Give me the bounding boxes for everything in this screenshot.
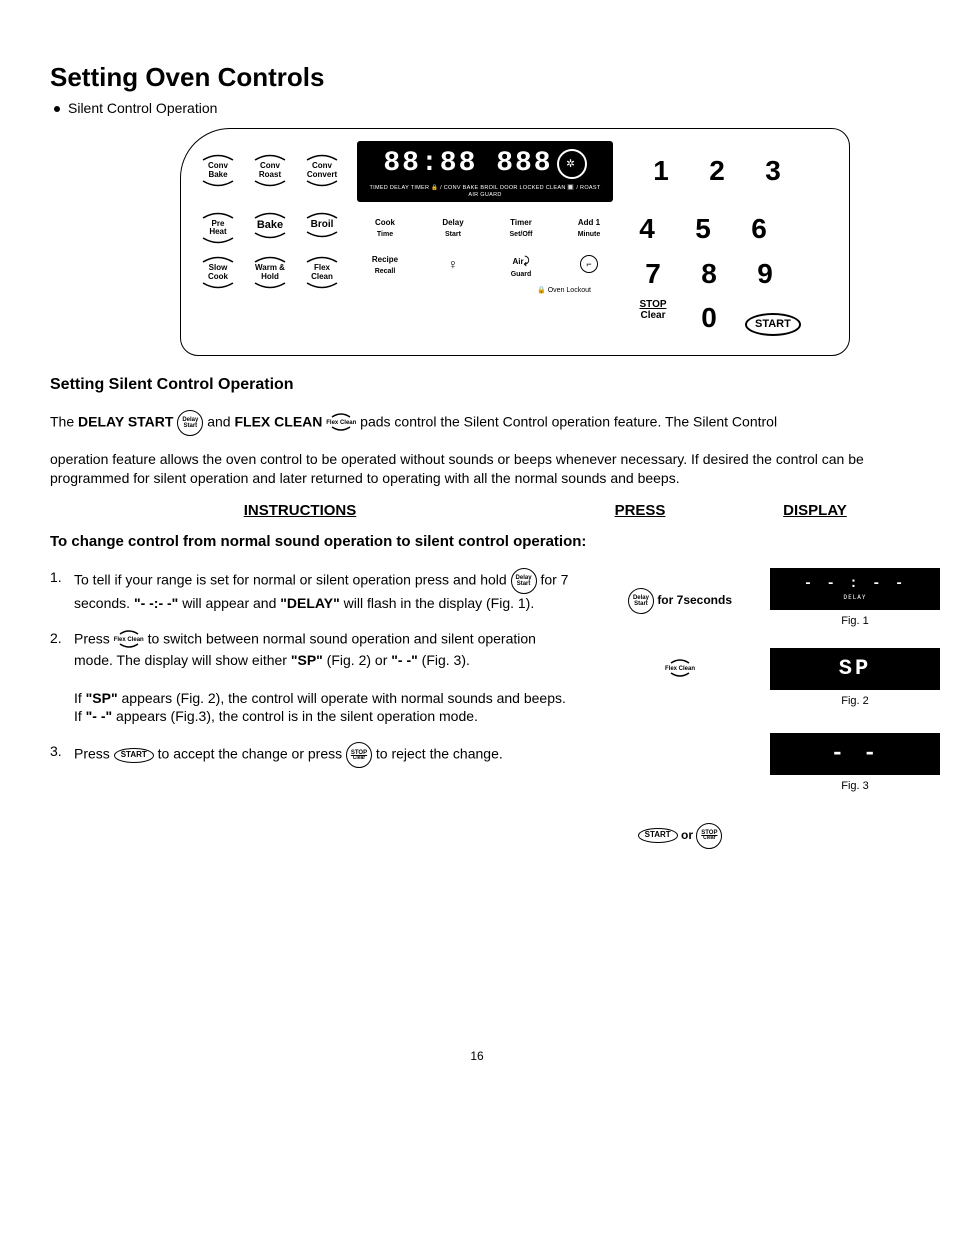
key-7[interactable]: 7 (633, 255, 673, 293)
column-headers: INSTRUCTIONS PRESS DISPLAY (50, 501, 904, 521)
clock-icon: ⌐ (580, 255, 598, 273)
oven-lockout[interactable]: 🔒 Oven Lockout (523, 286, 605, 295)
key-3[interactable]: 3 (753, 152, 793, 190)
section-heading: Setting Silent Control Operation (50, 374, 904, 396)
mode-conv-roast[interactable]: ConvRoast (247, 153, 293, 189)
step-1: 1. To tell if your range is set for norm… (50, 568, 570, 613)
btn-cook-time[interactable]: CookTime (359, 218, 411, 240)
btn-light[interactable]: ♀ (427, 255, 479, 279)
key-0[interactable]: 0 (689, 299, 729, 337)
btn-air-guard[interactable]: Air⤸Guard (495, 255, 547, 279)
key-9[interactable]: 9 (745, 255, 785, 293)
press-cell-2: Flex Clean (610, 658, 750, 680)
btn-delay-start[interactable]: DelayStart (427, 218, 479, 240)
btn-clock[interactable]: ⌐ (563, 255, 615, 279)
numeric-keypad: 1 2 3 (641, 152, 793, 190)
mode-slow-cook[interactable]: SlowCook (195, 255, 241, 291)
control-panel: ConvBake ConvRoast ConvConvert 88:88 888… (180, 128, 850, 356)
mode-broil[interactable]: Broil (299, 211, 345, 247)
fan-icon: ✲ (557, 149, 587, 179)
delay-start-icon: Delay Start (177, 410, 203, 436)
press-cell-3: START or STOPClear (610, 823, 750, 849)
key-5[interactable]: 5 (683, 210, 723, 248)
flex-clean-icon: Flex Clean (326, 412, 356, 434)
intro-para-2: operation feature allows the oven contro… (50, 450, 904, 488)
flex-clean-icon: Flex Clean (665, 658, 695, 680)
mode-buttons: ConvBake ConvRoast ConvConvert (195, 153, 345, 189)
start-icon: START (638, 828, 678, 843)
btn-add-minute[interactable]: Add 1Minute (563, 218, 615, 240)
display-fig-3: - - Fig. 3 (770, 733, 940, 804)
press-cell-1: Delay Start for 7seconds (610, 588, 750, 614)
delay-start-icon: Delay Start (511, 568, 537, 594)
page-title: Setting Oven Controls (50, 60, 904, 95)
display-fig-1: - - : - - DELAY Fig. 1 (770, 568, 940, 639)
mode-conv-convert[interactable]: ConvConvert (299, 153, 345, 189)
key-8[interactable]: 8 (689, 255, 729, 293)
step-2: 2. Press Flex Clean to switch between no… (50, 629, 570, 727)
btn-stop-clear[interactable]: STOPClear (633, 299, 673, 337)
start-icon: START (114, 748, 154, 763)
intro-para-1: The DELAY START Delay Start and FLEX CLE… (50, 410, 904, 436)
delay-start-icon: Delay Start (628, 588, 654, 614)
display-fig-2: SP Fig. 2 (770, 648, 940, 719)
mode-flex-clean[interactable]: FlexClean (299, 255, 345, 291)
page-number: 16 (50, 1048, 904, 1064)
stop-clear-icon: STOPClear (346, 742, 372, 768)
lcd-display: 88:88 888✲ TIMED DELAY TIMER 🔒 / CONV BA… (357, 141, 613, 202)
mode-preheat[interactable]: PreHeat (195, 211, 241, 247)
btn-timer[interactable]: TimerSet/Off (495, 218, 547, 240)
step-3: 3. Press START to accept the change or p… (50, 742, 570, 768)
mode-bake[interactable]: Bake (247, 211, 293, 247)
procedure-heading: To change control from normal sound oper… (50, 532, 904, 552)
key-6[interactable]: 6 (739, 210, 779, 248)
key-4[interactable]: 4 (627, 210, 667, 248)
btn-recipe-recall[interactable]: RecipeRecall (359, 255, 411, 279)
key-2[interactable]: 2 (697, 152, 737, 190)
subtitle: Silent Control Operation (68, 99, 904, 118)
mode-warm-hold[interactable]: Warm &Hold (247, 255, 293, 291)
key-1[interactable]: 1 (641, 152, 681, 190)
mode-conv-bake[interactable]: ConvBake (195, 153, 241, 189)
btn-start[interactable]: START (745, 313, 801, 336)
flex-clean-icon: Flex Clean (114, 629, 144, 651)
stop-clear-icon: STOPClear (696, 823, 722, 849)
